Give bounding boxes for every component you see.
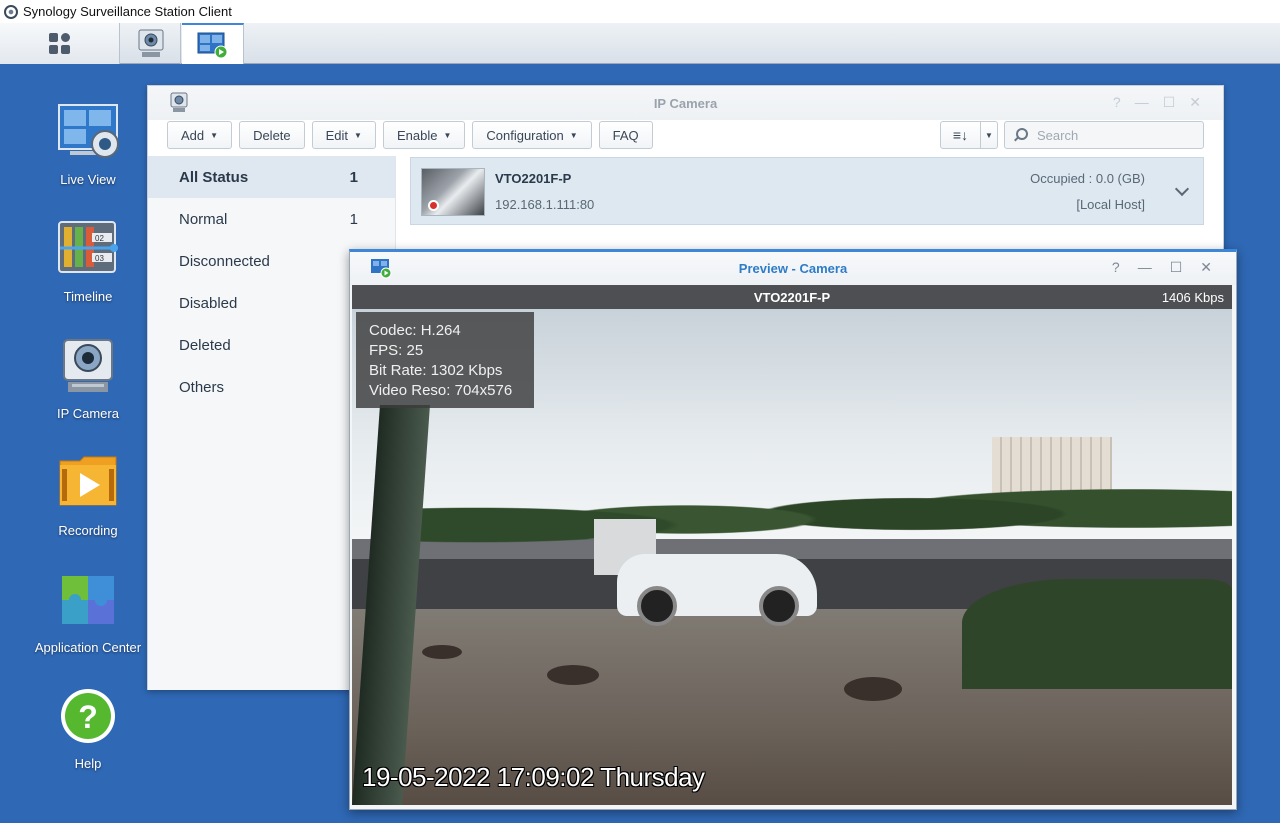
window-controls: ? — ☐ ✕ bbox=[1113, 94, 1201, 111]
sidebar-item-normal[interactable]: Normal 1 bbox=[148, 198, 395, 240]
help-icon: ? bbox=[58, 688, 118, 748]
search-icon bbox=[1013, 128, 1028, 142]
add-button[interactable]: Add ▼ bbox=[167, 121, 233, 149]
preview-camera-name: VTO2201F-P bbox=[753, 290, 831, 305]
search-placeholder: Search bbox=[1037, 127, 1079, 143]
caret-down-icon: ▼ bbox=[443, 130, 452, 140]
maximize-icon[interactable]: ☐ bbox=[1170, 259, 1183, 276]
osd-fps: FPS: 25 bbox=[369, 342, 424, 359]
taskbar bbox=[0, 23, 1280, 64]
preview-bitrate: 1406 Kbps bbox=[1161, 290, 1224, 305]
preview-title: Preview - Camera bbox=[738, 261, 848, 276]
preview-info-bar: VTO2201F-P 1406 Kbps bbox=[352, 285, 1232, 309]
close-icon[interactable]: ✕ bbox=[1200, 259, 1212, 276]
main-menu-button[interactable] bbox=[0, 23, 120, 64]
osd-codec: Codec: H.264 bbox=[369, 322, 461, 339]
preview-window: Preview - Camera ? — ☐ ✕ VTO2201F-P 1406… bbox=[349, 249, 1237, 810]
timeline-badge-02: 02 bbox=[95, 234, 104, 243]
configuration-button[interactable]: Configuration ▼ bbox=[472, 121, 592, 149]
caret-down-icon[interactable]: ▼ bbox=[981, 122, 997, 148]
help-icon[interactable]: ? bbox=[1113, 94, 1121, 111]
osd-resolution: Video Reso: 704x576 bbox=[369, 382, 513, 399]
search-input[interactable]: Search bbox=[1004, 121, 1204, 149]
app-logo-icon bbox=[4, 4, 18, 19]
sort-icon: ≡↓ bbox=[941, 122, 981, 148]
desktop-help[interactable]: ? Help bbox=[28, 688, 148, 771]
sort-button[interactable]: ≡↓ ▼ bbox=[940, 121, 998, 149]
window-titlebar[interactable]: IP Camera ? — ☐ ✕ bbox=[148, 86, 1223, 120]
video-osd-overlay: Codec: H.264 FPS: 25 Bit Rate: 1302 Kbps… bbox=[356, 312, 534, 408]
timeline-icon: 02 03 bbox=[58, 221, 118, 281]
preview-titlebar[interactable]: Preview - Camera ? — ☐ ✕ bbox=[350, 252, 1236, 285]
window-controls: ? — ☐ ✕ bbox=[1112, 259, 1212, 276]
window-title: IP Camera bbox=[653, 96, 718, 111]
application-center-icon bbox=[58, 572, 118, 632]
edit-button[interactable]: Edit ▼ bbox=[311, 121, 376, 149]
camera-occupied: Occupied : 0.0 (GB) bbox=[1030, 171, 1145, 186]
recording-status-icon bbox=[428, 200, 439, 211]
timeline-badge-03: 03 bbox=[95, 254, 104, 263]
sidebar-item-all-status[interactable]: All Status 1 bbox=[148, 156, 395, 198]
camera-list-item[interactable]: VTO2201F-P 192.168.1.111:80 Occupied : 0… bbox=[410, 157, 1204, 225]
os-titlebar: Synology Surveillance Station Client bbox=[0, 0, 1280, 23]
caret-down-icon: ▼ bbox=[354, 130, 362, 140]
caret-down-icon: ▼ bbox=[569, 130, 578, 140]
video-timestamp: 19-05-2022 17:09:02 Thursday bbox=[362, 762, 705, 792]
camera-video-feed[interactable]: Codec: H.264 FPS: 25 Bit Rate: 1302 Kbps… bbox=[352, 309, 1232, 805]
ip-camera-icon bbox=[58, 338, 118, 398]
camera-host: [Local Host] bbox=[1076, 197, 1145, 212]
live-view-icon bbox=[58, 104, 119, 164]
enable-button[interactable]: Enable ▼ bbox=[382, 121, 466, 149]
desktop-ip-camera[interactable]: IP Camera bbox=[28, 338, 148, 421]
minimize-icon[interactable]: — bbox=[1138, 259, 1152, 276]
toolbar: Add ▼ Delete Edit ▼ Enable ▼ Configuration ▼… bbox=[167, 121, 653, 149]
taskbar-ip-camera-button[interactable] bbox=[121, 23, 181, 64]
camera-address: 192.168.1.111:80 bbox=[495, 197, 595, 212]
taskbar-preview-button[interactable] bbox=[182, 23, 244, 64]
delete-button[interactable]: Delete bbox=[239, 121, 305, 149]
desktop-application-center[interactable]: Application Center bbox=[28, 572, 148, 655]
close-icon[interactable]: ✕ bbox=[1189, 94, 1201, 111]
desktop-label: Help bbox=[74, 756, 102, 771]
svg-text:?: ? bbox=[78, 699, 98, 735]
desktop-live-view[interactable]: Live View bbox=[28, 104, 148, 187]
faq-button[interactable]: FAQ bbox=[598, 121, 653, 149]
camera-thumbnail bbox=[421, 168, 485, 216]
recording-icon bbox=[58, 455, 118, 515]
ip-camera-icon bbox=[138, 29, 163, 57]
maximize-icon[interactable]: ☐ bbox=[1163, 94, 1176, 111]
grid-menu-icon bbox=[48, 32, 71, 55]
expand-chevron-icon[interactable] bbox=[1174, 181, 1190, 197]
app-title: Synology Surveillance Station Client bbox=[23, 4, 232, 19]
preview-icon bbox=[197, 32, 227, 58]
help-icon[interactable]: ? bbox=[1112, 259, 1120, 276]
caret-down-icon: ▼ bbox=[210, 130, 219, 140]
camera-name: VTO2201F-P bbox=[495, 171, 572, 186]
osd-bitrate: Bit Rate: 1302 Kbps bbox=[369, 362, 503, 379]
desktop-recording[interactable]: Recording bbox=[28, 455, 148, 538]
desktop-timeline[interactable]: 02 03 Timeline bbox=[28, 221, 148, 304]
minimize-icon[interactable]: — bbox=[1135, 94, 1149, 111]
